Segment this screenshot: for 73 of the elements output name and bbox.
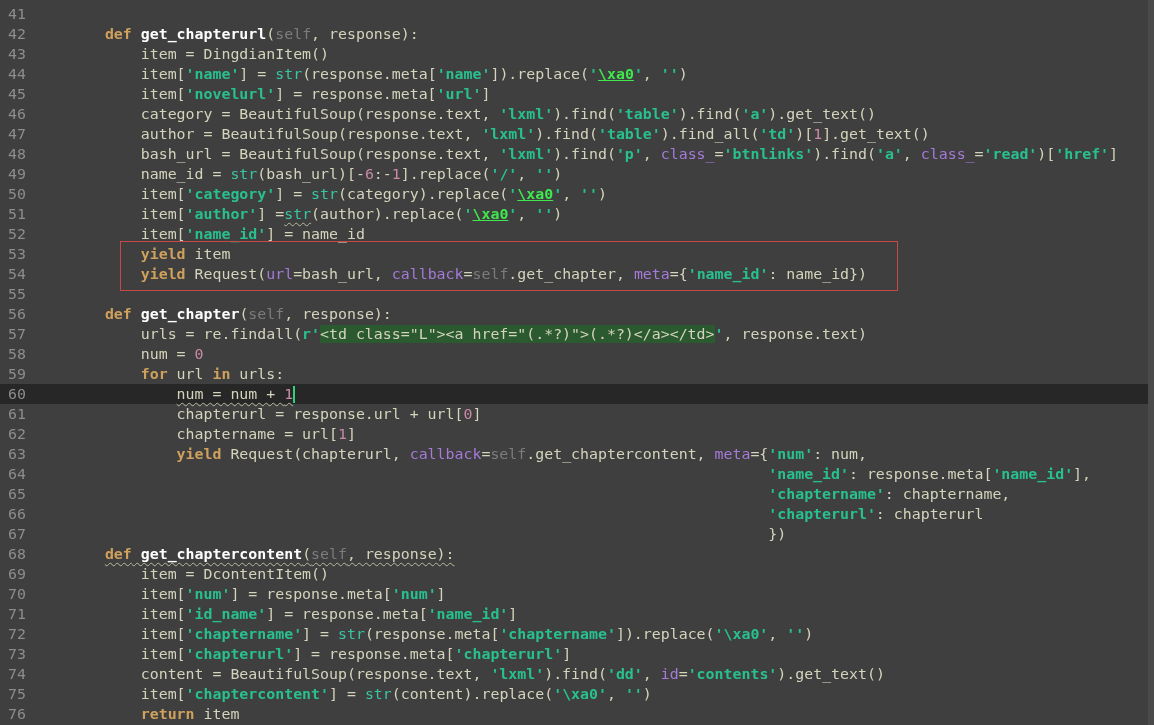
code-line: category = BeautifulSoup(response.text, 'lxml').find('table').find('a').get_text(): [139, 104, 876, 124]
code-line: bash_url = BeautifulSoup(response.text, 'lxml').find('p', class_='btnlinks').find('a', class_='read')['href']: [139, 144, 1119, 164]
line-number: 68: [7, 544, 27, 564]
code-line: item = DcontentItem(): [139, 564, 329, 584]
code-line: num = 0: [139, 344, 204, 364]
code-line: chaptername = url[1]: [175, 424, 356, 444]
code-line: yield item: [139, 244, 231, 264]
code-line: return item: [139, 704, 240, 724]
code-line: item['novelurl'] = response.meta['url']: [139, 84, 491, 104]
line-number: 73: [7, 644, 27, 664]
line-number: 72: [7, 624, 27, 644]
code-line: urls = re.findall(r'<td class="L"><a href="(.*?)">(.*?)</a></td>', response.text): [139, 324, 867, 344]
scrollbar-track[interactable]: [1148, 0, 1154, 725]
code-line: item['name_id'] = name_id: [139, 224, 365, 244]
line-number: 61: [7, 404, 27, 424]
code-line: def get_chapter(self, response):: [103, 304, 392, 324]
code-line: item['author'] =str(author).replace('\xa0', ''): [139, 204, 563, 224]
line-number: 59: [7, 364, 27, 384]
line-number: 63: [7, 444, 27, 464]
code-line: yield Request(chapterurl, callback=self.get_chaptercontent, meta={'num': num,: [175, 444, 867, 464]
code-line: item['category'] = str(category).replace('\xa0', ''): [139, 184, 607, 204]
line-number: 67: [7, 524, 27, 544]
line-number: 69: [7, 564, 27, 584]
code-line: author = BeautifulSoup(response.text, 'lxml').find('table').find_all('td')[1].get_text(): [139, 124, 930, 144]
code-line: 'chaptername': chaptername,: [767, 484, 1011, 504]
code-line: def get_chapterurl(self, response):: [103, 24, 419, 44]
line-number: 51: [7, 204, 27, 224]
line-number: 44: [7, 64, 27, 84]
line-number: 76: [7, 704, 27, 724]
line-number: 56: [7, 304, 27, 324]
line-number: 50: [7, 184, 27, 204]
line-number: 71: [7, 604, 27, 624]
code-line: for url in urls:: [139, 364, 285, 384]
code-line: item = DingdianItem(): [139, 44, 329, 64]
line-number: 53: [7, 244, 27, 264]
line-number: 45: [7, 84, 27, 104]
line-number: 54: [7, 264, 27, 284]
code-line: 'chapterurl': chapterurl: [767, 504, 984, 524]
code-line: num = num + 1: [175, 384, 294, 404]
code-editor[interactable]: [0, 0, 1154, 725]
code-line: item['chaptercontent'] = str(content).replace('\xa0', ''): [139, 684, 652, 704]
code-line: item['num'] = response.meta['num']: [139, 584, 446, 604]
line-number: 58: [7, 344, 27, 364]
line-number: 66: [7, 504, 27, 524]
code-line: name_id = str(bash_url)[-6:-1].replace('/', ''): [139, 164, 563, 184]
code-line: item['chapterurl'] = response.meta['chapterurl']: [139, 644, 572, 664]
line-number: 62: [7, 424, 27, 444]
line-number: 57: [7, 324, 27, 344]
line-number: 52: [7, 224, 27, 244]
code-line: item['id_name'] = response.meta['name_id']: [139, 604, 518, 624]
code-line: yield Request(url=bash_url, callback=self.get_chapter, meta={'name_id': name_id}): [139, 264, 867, 284]
line-number: 75: [7, 684, 27, 704]
line-number: 64: [7, 464, 27, 484]
code-line: 'name_id': response.meta['name_id'],: [767, 464, 1092, 484]
line-number: 60: [7, 384, 27, 404]
line-number: 55: [7, 284, 27, 304]
code-line: chapterurl = response.url + url[0]: [175, 404, 482, 424]
line-number: 41: [7, 4, 27, 24]
code-line: content = BeautifulSoup(response.text, 'lxml').find('dd', id='contents').get_text(): [139, 664, 885, 684]
text-cursor: [293, 385, 296, 403]
code-line: item['chaptername'] = str(response.meta['chaptername']).replace('\xa0', ''): [139, 624, 814, 644]
code-line: item['name'] = str(response.meta['name']).replace('\xa0', ''): [139, 64, 688, 84]
line-number: 43: [7, 44, 27, 64]
line-number: 65: [7, 484, 27, 504]
code-line: }): [767, 524, 787, 544]
line-number: 48: [7, 144, 27, 164]
line-number: 74: [7, 664, 27, 684]
line-number: 46: [7, 104, 27, 124]
line-number: 47: [7, 124, 27, 144]
code-line: def get_chaptercontent(self, response):: [103, 544, 455, 564]
line-number: 70: [7, 584, 27, 604]
line-number: 42: [7, 24, 27, 44]
line-number: 49: [7, 164, 27, 184]
